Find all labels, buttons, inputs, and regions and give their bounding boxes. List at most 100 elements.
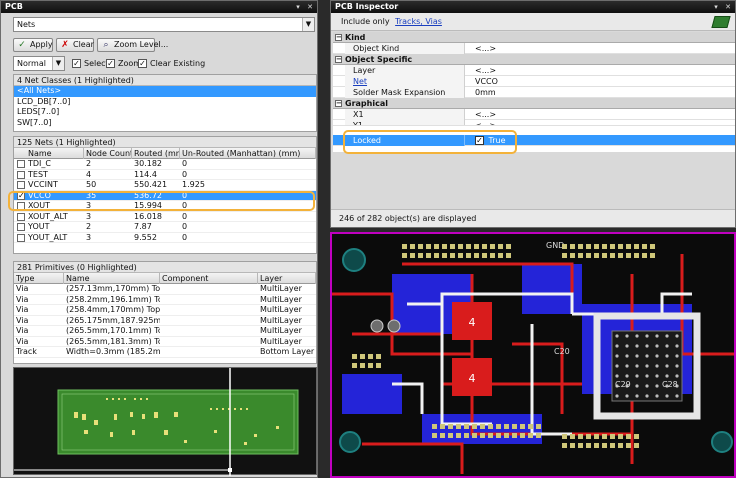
bga-ball — [625, 354, 629, 358]
cell-layer: MultiLayer — [260, 315, 302, 325]
header-pin — [442, 244, 447, 249]
prop-x1[interactable]: X1 <...> — [333, 109, 735, 120]
table-row[interactable]: Via (258.4mm,170mm) Top Layer t MultiLayer — [14, 305, 316, 316]
group-kind[interactable]: − Kind — [333, 32, 735, 43]
column-prim-name[interactable]: Name — [64, 273, 160, 284]
cell-name: (265.5mm,170.1mm) Top Layer — [66, 326, 160, 335]
table-row[interactable]: Via (265.5mm,181.3mm) Top Layer MultiLayer — [14, 337, 316, 347]
inspector-titlebar: PCB Inspector ▾ ✕ — [331, 1, 735, 13]
header-pin — [368, 363, 373, 368]
table-row[interactable]: Via (258.2mm,196.1mm) Top Layer MultiLayer — [14, 295, 316, 305]
checkbox-icon[interactable] — [17, 223, 25, 231]
header-pin — [504, 433, 509, 438]
header-pin — [626, 253, 631, 258]
list-item[interactable]: LCD_DB[7..0] — [14, 97, 316, 108]
header-pin — [618, 244, 623, 249]
prop-key-link[interactable]: Net — [345, 76, 465, 87]
table-row[interactable]: YOUT_ALT 3 9.552 0 — [14, 233, 316, 243]
group-graphical[interactable]: − Graphical — [333, 98, 735, 109]
header-pin — [432, 424, 437, 429]
bga-ball — [675, 334, 679, 338]
table-row[interactable]: VCCINT 50 550.421 1.925 — [14, 180, 316, 191]
cell-name: VCCINT — [28, 180, 58, 189]
prop-y1[interactable]: Y1 <...> — [333, 120, 735, 126]
checkbox-icon[interactable] — [17, 212, 25, 221]
include-only-link[interactable]: Tracks, Vias — [395, 17, 442, 26]
column-name[interactable]: Name — [26, 148, 84, 159]
collapse-icon[interactable]: − — [335, 34, 342, 41]
board-preview[interactable] — [13, 367, 317, 476]
bga-ball — [615, 374, 619, 378]
table-row[interactable]: XOUT_ALT 3 16.018 0 — [14, 212, 316, 222]
cell-name: (265.175mm,187.925mm) Top — [66, 315, 160, 325]
prop-key: X1 — [345, 109, 465, 120]
clear-button[interactable]: ✗ Clear — [56, 38, 94, 52]
column-layer[interactable]: Layer — [258, 273, 316, 284]
prop-net[interactable]: Net VCCO — [333, 76, 735, 87]
chevron-down-icon[interactable]: ▼ — [302, 18, 314, 31]
board-preview-handle[interactable] — [228, 468, 232, 472]
checkbox-icon[interactable] — [17, 233, 25, 242]
table-row[interactable]: Via (265.175mm,187.925mm) Top MultiLayer — [14, 315, 316, 326]
mode-select[interactable]: Nets ▼ — [13, 17, 315, 32]
header-pin — [506, 244, 511, 249]
column-type[interactable]: Type — [14, 273, 64, 284]
table-row[interactable]: Track Width=0.3mm (185.2mm,178.C Bottom La… — [14, 347, 316, 358]
filter-mode-value: Normal — [17, 59, 46, 68]
table-row[interactable]: YOUT 2 7.87 0 — [14, 222, 316, 233]
label-gnd: GND — [546, 241, 564, 250]
prop-object-kind[interactable]: Object Kind <...> — [333, 43, 735, 54]
prop-solder-mask[interactable]: Solder Mask Expansion 0mm — [333, 87, 735, 98]
header-pin — [418, 244, 423, 249]
list-item[interactable]: <All Nets> — [14, 86, 316, 97]
nets-header-label: 125 Nets (1 Highlighted) — [17, 138, 116, 147]
table-row[interactable]: TDI_C 2 30.182 0 — [14, 159, 316, 170]
collapse-icon[interactable]: − — [335, 100, 342, 107]
via-large — [387, 319, 401, 333]
collapse-icon[interactable]: − — [335, 56, 342, 63]
column-unrouted[interactable]: Un-Routed (Manhattan) (mm) — [180, 148, 316, 159]
checkbox-icon[interactable] — [17, 170, 25, 179]
list-item[interactable]: LEDS[7..0] — [14, 107, 316, 118]
primitives-table: 281 Primitives (0 Highlighted) Type Name… — [13, 261, 317, 364]
chevron-down-icon[interactable]: ▼ — [52, 57, 64, 70]
pin-icon[interactable]: ▾ — [293, 2, 303, 12]
zoom-level-button[interactable]: ⌕ Zoom Level... — [97, 38, 168, 52]
mount-hole — [711, 431, 733, 453]
header-pin — [474, 244, 479, 249]
table-row[interactable]: Via (265.5mm,170.1mm) Top Layer MultiLayer — [14, 326, 316, 337]
filter-mode-select[interactable]: Normal ▼ — [13, 56, 65, 71]
table-row[interactable]: TEST 4 114.4 0 — [14, 170, 316, 180]
header-pin — [578, 253, 583, 258]
bga-ball — [635, 384, 639, 388]
checkbox-icon[interactable] — [17, 160, 25, 168]
column-routed[interactable]: Routed (mm) — [132, 148, 180, 159]
column-component[interactable]: Component — [160, 273, 258, 284]
prop-value: VCCO — [475, 77, 498, 86]
checkbox-icon[interactable] — [17, 181, 25, 189]
select-checkbox[interactable]: ✓ Select — [72, 58, 109, 70]
column-node-count[interactable]: Node Count — [84, 148, 132, 159]
list-item[interactable]: SW[7..0] — [14, 118, 316, 129]
header-pin — [586, 253, 591, 258]
close-icon[interactable]: ✕ — [723, 2, 733, 12]
header-pin — [490, 253, 495, 258]
primitives-header: 281 Primitives (0 Highlighted) — [14, 262, 316, 273]
pcb-canvas[interactable]: 4 4 C29 C28 C20 GND — [330, 232, 736, 478]
group-object-specific[interactable]: − Object Specific — [333, 54, 735, 65]
bga-ball — [645, 364, 649, 368]
header-pin — [618, 253, 623, 258]
header-pin — [634, 434, 639, 439]
zoom-checkbox[interactable]: ✓ Zoom — [106, 58, 141, 70]
clear-existing-checkbox[interactable]: ✓ Clear Existing — [138, 58, 205, 70]
prop-value: <...> — [475, 44, 497, 53]
bga-ball — [645, 374, 649, 378]
bga-ball — [635, 344, 639, 348]
close-icon[interactable]: ✕ — [305, 2, 315, 12]
pin-icon[interactable]: ▾ — [711, 2, 721, 12]
primitives-body: Via(257.13mm,170mm) Top LayerMultiLayerV… — [14, 284, 316, 358]
header-pin — [610, 253, 615, 258]
prop-layer[interactable]: Layer <...> — [333, 65, 735, 76]
apply-button[interactable]: ✓ Apply — [13, 38, 53, 52]
table-row[interactable]: Via (257.13mm,170mm) Top Layer MultiLayer — [14, 284, 316, 295]
